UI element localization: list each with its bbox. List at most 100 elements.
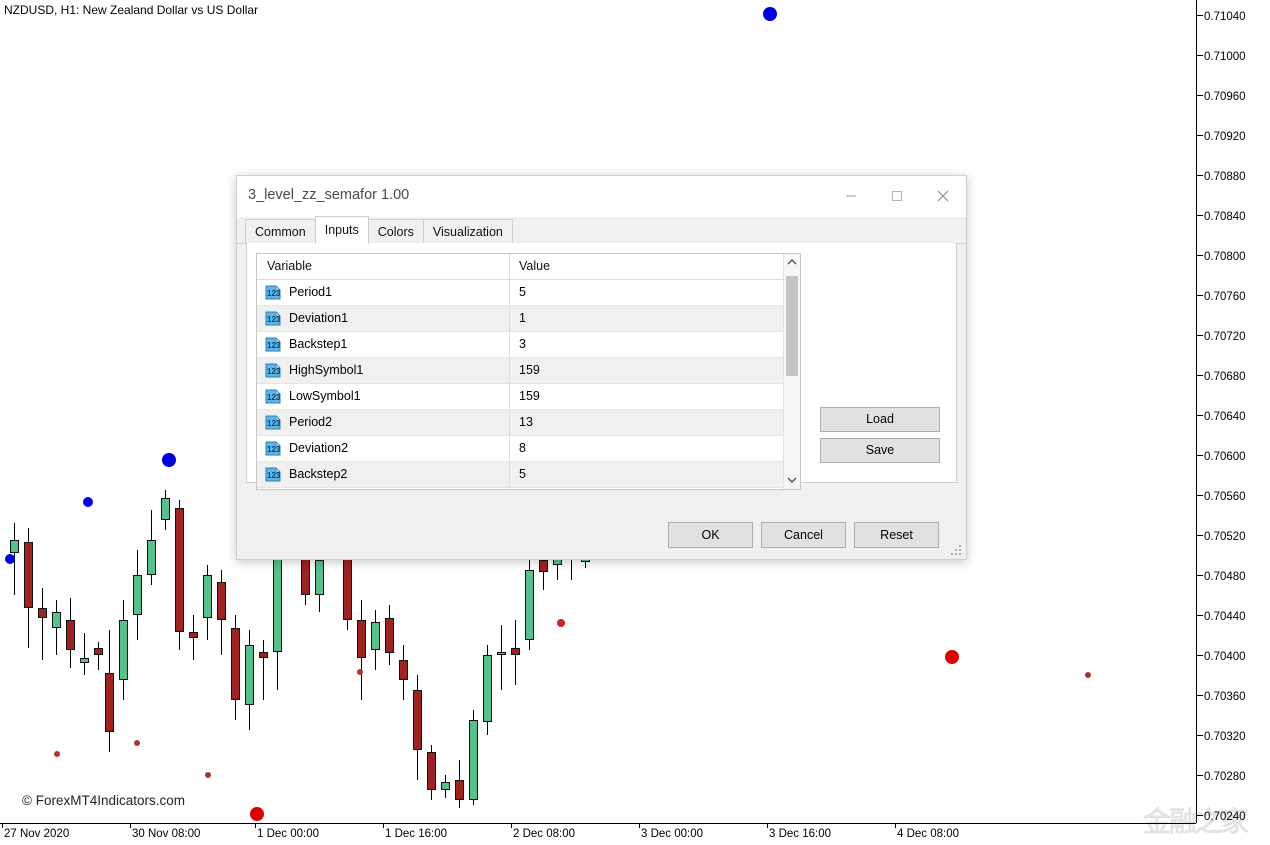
price-axis-tick: 0.71040 bbox=[1197, 11, 1246, 23]
time-axis-tick-mark bbox=[130, 824, 131, 828]
ok-button[interactable]: OK bbox=[668, 522, 753, 548]
price-axis-tick: 0.70840 bbox=[1197, 211, 1246, 223]
price-axis-tick: 0.70560 bbox=[1197, 491, 1246, 503]
semafor-dot bbox=[54, 751, 60, 757]
save-button[interactable]: Save bbox=[820, 438, 940, 463]
time-axis-tick-mark bbox=[895, 824, 896, 828]
column-header-variable: Variable bbox=[267, 259, 312, 273]
price-axis-tick: 0.70680 bbox=[1197, 371, 1246, 383]
candle-body bbox=[273, 545, 282, 652]
candle-body bbox=[147, 540, 156, 575]
semafor-dot bbox=[250, 807, 264, 821]
time-axis-label: 1 Dec 16:00 bbox=[385, 828, 448, 840]
resize-grip[interactable] bbox=[951, 545, 963, 557]
tab-colors[interactable]: Colors bbox=[367, 219, 424, 244]
candle-body bbox=[357, 620, 366, 658]
numeric-type-icon: 123 bbox=[265, 285, 282, 300]
candle-body bbox=[497, 652, 506, 655]
price-axis-tick: 0.70520 bbox=[1197, 531, 1246, 543]
svg-text:123: 123 bbox=[267, 367, 281, 376]
table-row[interactable]: 123 Backstep1 3 bbox=[257, 332, 800, 358]
price-axis-tick: 0.70920 bbox=[1197, 131, 1246, 143]
price-axis-tick: 0.70440 bbox=[1197, 611, 1246, 623]
scroll-up-icon[interactable] bbox=[784, 254, 800, 271]
tab-inputs[interactable]: Inputs bbox=[314, 216, 369, 244]
load-button[interactable]: Load bbox=[820, 407, 940, 432]
screen: NZDUSD, H1: New Zealand Dollar vs US Dol… bbox=[0, 0, 1270, 845]
candle-wick bbox=[84, 633, 85, 675]
variable-value-cell[interactable]: 1 bbox=[519, 311, 526, 325]
tab-visualization[interactable]: Visualization bbox=[422, 219, 513, 244]
indicator-properties-dialog[interactable]: 3_level_zz_semafor 1.00 Common Inputs Colo… bbox=[236, 175, 967, 560]
grid-scrollbar[interactable] bbox=[783, 254, 800, 489]
row-column-divider bbox=[509, 358, 510, 383]
price-axis-tick: 0.70600 bbox=[1197, 451, 1246, 463]
svg-text:123: 123 bbox=[267, 289, 281, 298]
variable-value-cell[interactable]: 159 bbox=[519, 389, 540, 403]
time-axis-label: 30 Nov 08:00 bbox=[132, 828, 201, 840]
minimize-button[interactable] bbox=[828, 176, 874, 216]
time-axis-label: 3 Dec 16:00 bbox=[769, 828, 832, 840]
variable-value-cell[interactable]: 13 bbox=[519, 415, 533, 429]
candle-body bbox=[371, 622, 380, 650]
time-axis-label: 2 Dec 08:00 bbox=[513, 828, 576, 840]
dialog-titlebar[interactable]: 3_level_zz_semafor 1.00 bbox=[237, 176, 966, 218]
semafor-dot bbox=[205, 772, 211, 778]
inputs-grid[interactable]: Variable Value 123 Period1 5 123 Deviation1 1… bbox=[256, 253, 801, 490]
table-row[interactable]: 123 Deviation2 8 bbox=[257, 436, 800, 462]
candle-body bbox=[525, 570, 534, 640]
semafor-dot bbox=[1085, 672, 1091, 678]
candle-body bbox=[441, 782, 450, 790]
table-row[interactable]: 123 Backstep2 5 bbox=[257, 462, 800, 488]
cancel-button[interactable]: Cancel bbox=[761, 522, 846, 548]
header-column-divider bbox=[509, 254, 510, 279]
variable-value-cell[interactable]: 159 bbox=[519, 363, 540, 377]
grip-dot bbox=[959, 553, 961, 555]
numeric-type-icon: 123 bbox=[265, 389, 282, 404]
price-axis[interactable]: 0.71040 0.71000 0.70960 0.70920 0.70880 0.708… bbox=[1196, 0, 1270, 823]
row-column-divider bbox=[509, 488, 510, 489]
candle-body bbox=[231, 628, 240, 700]
variable-value-cell[interactable]: 5 bbox=[519, 285, 526, 299]
svg-text:123: 123 bbox=[267, 419, 281, 428]
grip-dot bbox=[951, 553, 953, 555]
maximize-button[interactable] bbox=[874, 176, 920, 216]
table-row[interactable]: 123 LowSymbol1 159 bbox=[257, 384, 800, 410]
variable-name-cell: LowSymbol1 bbox=[289, 389, 361, 403]
time-axis[interactable]: 27 Nov 2020 30 Nov 08:00 1 Dec 00:00 1 Dec … bbox=[0, 823, 1196, 845]
price-axis-tick: 0.70480 bbox=[1197, 571, 1246, 583]
variable-name-cell: Deviation1 bbox=[289, 311, 349, 325]
close-button[interactable] bbox=[920, 176, 966, 216]
grid-rows[interactable]: 123 Period1 5 123 Deviation1 1 123 Backstep1 3 12… bbox=[257, 280, 800, 489]
variable-value-cell[interactable]: 3 bbox=[519, 337, 526, 351]
candle-body bbox=[94, 648, 103, 655]
table-row[interactable]: 123 Period2 13 bbox=[257, 410, 800, 436]
scroll-down-icon[interactable] bbox=[784, 472, 800, 489]
time-axis-label: 27 Nov 2020 bbox=[4, 828, 70, 840]
candle-body bbox=[245, 645, 254, 705]
variable-name-cell: Backstep1 bbox=[289, 337, 348, 351]
svg-text:123: 123 bbox=[267, 315, 281, 324]
price-axis-tick: 0.70360 bbox=[1197, 691, 1246, 703]
tab-common[interactable]: Common bbox=[245, 219, 316, 244]
grip-dot bbox=[959, 549, 961, 551]
semafor-dot bbox=[945, 650, 959, 664]
variable-value-cell[interactable]: 5 bbox=[519, 467, 526, 481]
candle-body bbox=[80, 658, 89, 663]
table-row[interactable]: 123 HighSymbol1 159 bbox=[257, 358, 800, 384]
row-column-divider bbox=[509, 280, 510, 305]
reset-button[interactable]: Reset bbox=[854, 522, 939, 548]
numeric-type-icon: 123 bbox=[265, 467, 282, 482]
semafor-dot bbox=[763, 7, 777, 21]
scrollbar-thumb[interactable] bbox=[786, 276, 798, 376]
variable-value-cell[interactable]: 8 bbox=[519, 441, 526, 455]
table-row[interactable]: 123 Deviation1 1 bbox=[257, 306, 800, 332]
tab-strip[interactable]: Common Inputs Colors Visualization bbox=[237, 216, 966, 244]
grid-header: Variable Value bbox=[257, 254, 800, 280]
table-row[interactable]: 123 Period1 5 bbox=[257, 280, 800, 306]
price-axis-tick: 0.70400 bbox=[1197, 651, 1246, 663]
time-axis-tick-mark bbox=[639, 824, 640, 828]
table-row[interactable]: 123HighSymbol2108 bbox=[257, 488, 800, 489]
candle-body bbox=[259, 652, 268, 658]
time-axis-label: 3 Dec 00:00 bbox=[641, 828, 704, 840]
